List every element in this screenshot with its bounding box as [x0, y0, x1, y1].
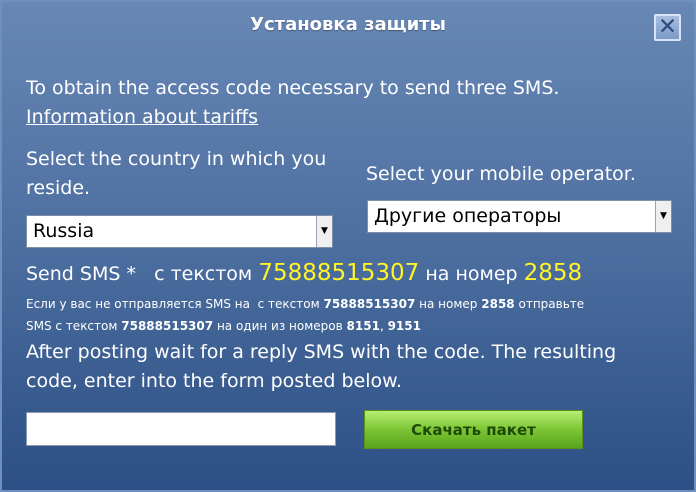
after-posting-text: After posting wait for a reply SMS with … — [26, 341, 617, 392]
fallback-line-2: SMS с текстом 75888515307 на один из ном… — [26, 319, 421, 333]
tariff-link[interactable]: Information about tariffs — [26, 103, 258, 132]
country-select[interactable]: Russia ▼ — [26, 215, 333, 248]
country-selected-value: Russia — [33, 220, 95, 242]
protection-dialog: Установка защиты ✕ To obtain the access … — [0, 0, 696, 492]
sms-instruction: Send SMS * с текстом 75888515307 на номе… — [26, 260, 583, 286]
fallback-line-1: Если у вас не отправляется SMS на с текс… — [26, 297, 585, 311]
intro-text: To obtain the access code necessary to s… — [26, 77, 560, 99]
sms-number: 2858 — [523, 260, 583, 286]
dialog-title: Установка защиты — [250, 14, 446, 35]
code-input[interactable] — [26, 412, 336, 446]
close-icon: ✕ — [657, 14, 678, 40]
operator-select[interactable]: Другие операторы ▼ — [367, 200, 672, 233]
country-prompt: Select the country in which you reside. — [26, 148, 327, 199]
close-button[interactable]: ✕ — [654, 14, 681, 41]
download-package-button[interactable]: Скачать пакет — [364, 410, 583, 449]
chevron-down-icon: ▼ — [655, 201, 671, 232]
sms-code: 75888515307 — [258, 260, 420, 286]
operator-prompt: Select your mobile operator. — [366, 163, 636, 185]
chevron-down-icon: ▼ — [316, 216, 332, 247]
operator-selected-value: Другие операторы — [374, 205, 562, 227]
